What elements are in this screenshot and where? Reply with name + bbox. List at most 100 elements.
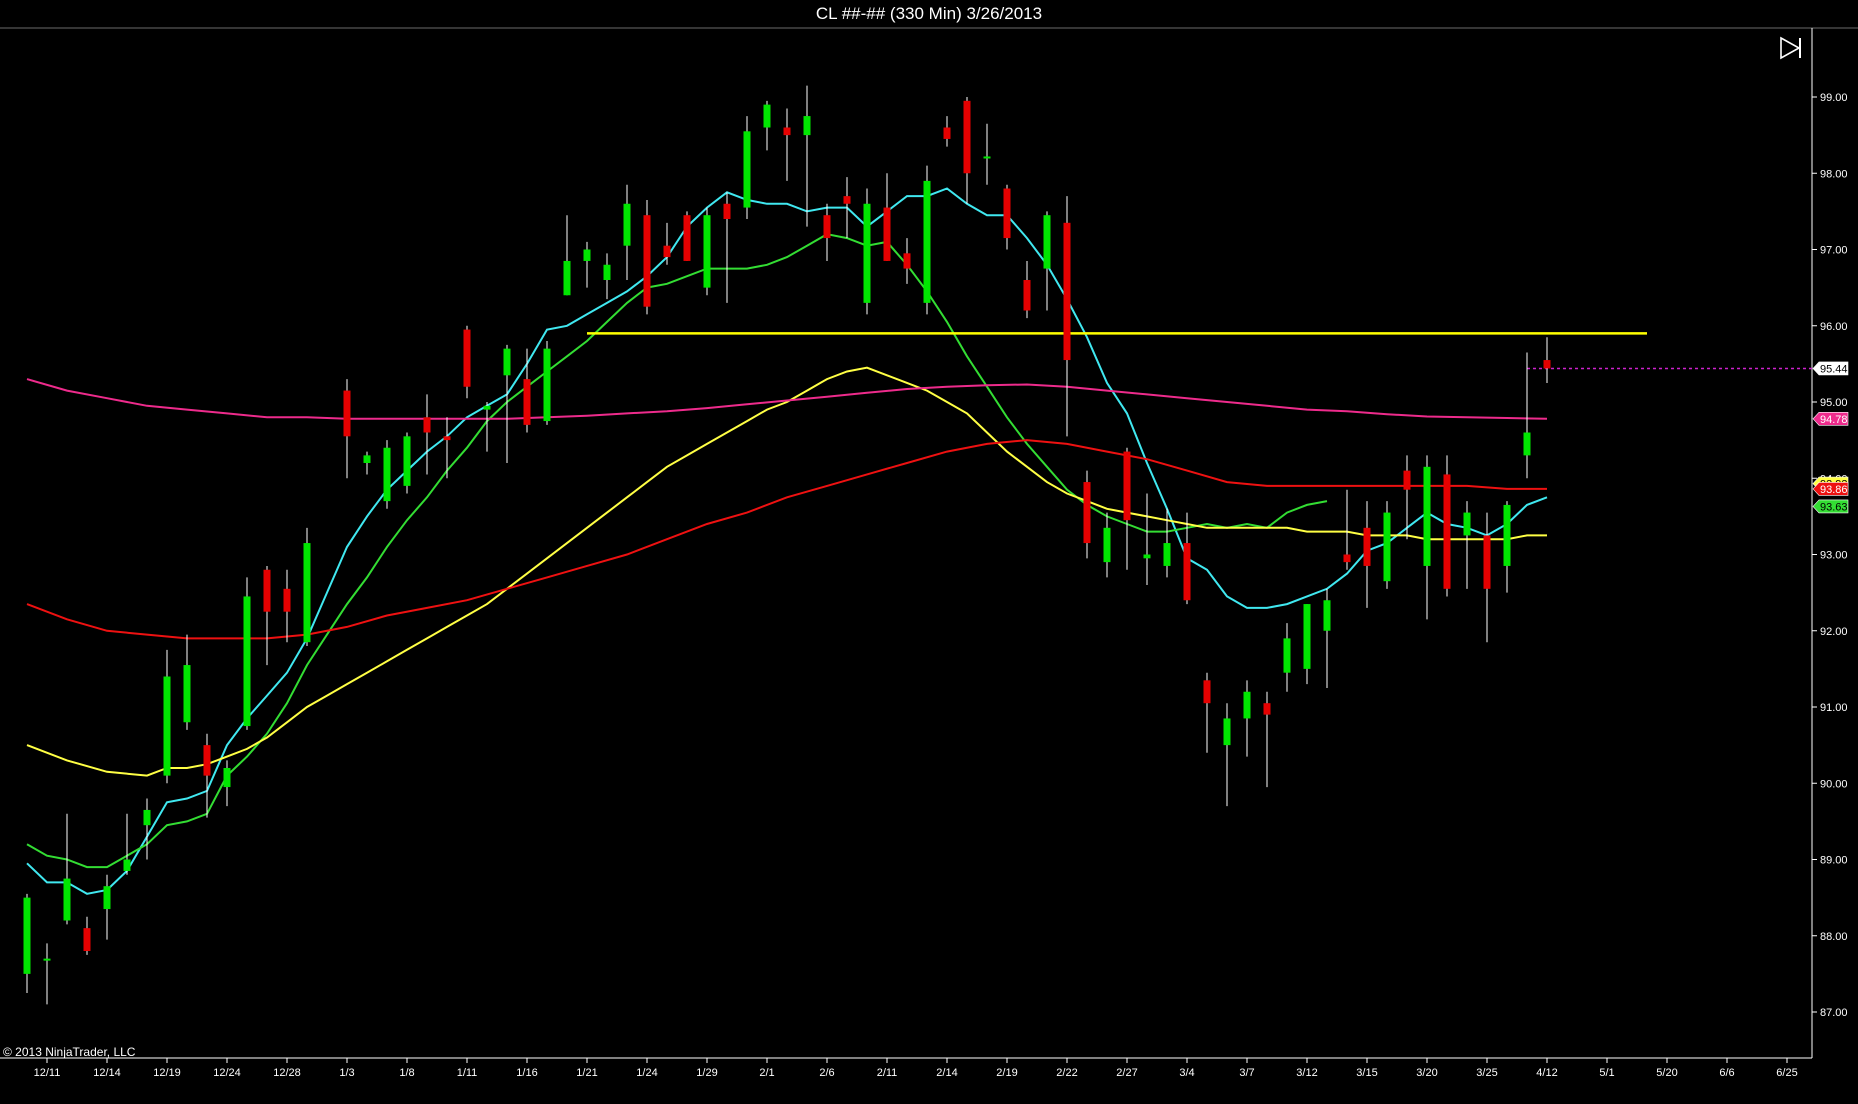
candle-body-down	[1343, 554, 1351, 563]
y-tick-label: 96.00	[1820, 321, 1848, 333]
y-tick-label: 97.00	[1820, 245, 1848, 257]
candle-body-down	[1123, 451, 1131, 521]
candle-body-down	[1203, 680, 1211, 704]
candle-body-up	[483, 405, 491, 410]
candle-body-down	[883, 207, 891, 261]
candle-body-down	[643, 215, 651, 307]
candle-body-up	[143, 809, 151, 826]
candle-body-up	[63, 878, 71, 921]
x-tick-label: 2/11	[877, 1067, 898, 1079]
candle-body-up	[1383, 512, 1391, 582]
x-tick-label: 5/1	[1599, 1067, 1614, 1079]
y-tick-label: 95.00	[1820, 397, 1848, 409]
candle-body-up	[583, 249, 591, 261]
candle-body-up	[1143, 554, 1151, 559]
price-tag: 94.78	[1812, 411, 1849, 426]
x-tick-label: 3/4	[1179, 1067, 1194, 1079]
candle-body-up	[103, 886, 111, 910]
candle-body-up	[1163, 543, 1171, 566]
candle-body-up	[1243, 691, 1251, 719]
candle-body-down	[823, 215, 831, 239]
candle-body-down	[523, 379, 531, 425]
candle-body-down	[723, 203, 731, 219]
x-tick-label: 2/19	[996, 1067, 1017, 1079]
y-tick-label: 99.00	[1820, 92, 1848, 104]
candle	[743, 116, 751, 219]
candle-body-up	[503, 348, 511, 376]
candle-body-up	[163, 676, 171, 776]
x-tick-label: 6/25	[1776, 1067, 1797, 1079]
candle-body-down	[663, 245, 671, 258]
candle-body-down	[283, 588, 291, 612]
candle-body-up	[743, 131, 751, 208]
candle-body-up	[1503, 504, 1511, 566]
candle-body-up	[1283, 638, 1291, 673]
candle-body-up	[383, 447, 391, 502]
candle-body-down	[1363, 527, 1371, 566]
candle-body-up	[1523, 432, 1531, 456]
x-tick-label: 2/22	[1056, 1067, 1077, 1079]
candle-body-down	[783, 127, 791, 136]
x-tick-label: 1/21	[576, 1067, 597, 1079]
candle-body-up	[403, 436, 411, 486]
price-tag: 93.86	[1812, 482, 1849, 496]
candle-body-up	[923, 180, 931, 303]
candle	[303, 527, 311, 646]
x-tick-label: 12/19	[153, 1067, 181, 1079]
candle-body-down	[263, 569, 271, 612]
candle-body-up	[803, 116, 811, 136]
candle-body-up	[23, 897, 31, 974]
candle-body-down	[903, 253, 911, 269]
candle-body-up	[983, 156, 991, 159]
x-tick-label: 12/11	[34, 1067, 61, 1079]
candle-body-down	[1403, 470, 1411, 490]
x-tick-label: 12/28	[273, 1067, 301, 1079]
candle-body-up	[1103, 527, 1111, 563]
candle-body-up	[183, 665, 191, 723]
candle-body-up	[563, 260, 571, 296]
candle-body-down	[1543, 360, 1551, 369]
candle-body-down	[343, 390, 351, 437]
candle-body-up	[243, 596, 251, 727]
price-tag-label: 95.44	[1820, 363, 1848, 375]
copyright-text: © 2013 NinjaTrader, LLC	[3, 1045, 136, 1059]
candle	[703, 207, 711, 296]
candle-body-down	[843, 196, 851, 204]
candle-body-down	[1443, 474, 1451, 589]
x-tick-label: 1/8	[399, 1067, 414, 1079]
x-tick-label: 1/11	[457, 1067, 478, 1079]
y-tick-label: 92.00	[1820, 626, 1848, 638]
y-tick-label: 91.00	[1820, 702, 1848, 714]
candle	[383, 440, 391, 509]
candle	[243, 577, 251, 730]
candle-body-down	[1003, 188, 1011, 239]
x-tick-label: 6/6	[1719, 1067, 1734, 1079]
candle-body-down	[1263, 703, 1271, 715]
x-tick-label: 1/3	[339, 1067, 354, 1079]
candle-body-up	[623, 203, 631, 246]
candle-body-down	[203, 745, 211, 776]
candle-body-down	[1483, 535, 1491, 589]
candle-body-up	[1043, 215, 1051, 269]
candle-body-down	[443, 436, 451, 441]
candle-body-down	[1183, 543, 1191, 601]
price-chart[interactable]: 99.0098.0097.0096.0095.0094.0093.0092.00…	[0, 0, 1858, 1104]
candle-body-up	[1463, 512, 1471, 536]
x-tick-label: 3/15	[1356, 1067, 1377, 1079]
candle-body-down	[1083, 482, 1091, 544]
candle-body-up	[123, 859, 131, 871]
y-tick-label: 98.00	[1820, 168, 1848, 180]
candle-body-down	[463, 329, 471, 387]
candle-body-up	[303, 543, 311, 643]
candle-body-up	[603, 264, 611, 280]
x-tick-label: 12/24	[213, 1067, 241, 1079]
candle-body-up	[1303, 604, 1311, 669]
price-tag: 93.63	[1812, 499, 1849, 513]
x-tick-label: 1/29	[696, 1067, 717, 1079]
price-tag-label: 93.63	[1820, 501, 1848, 513]
x-tick-label: 4/12	[1536, 1067, 1557, 1079]
x-tick-label: 2/6	[819, 1067, 834, 1079]
candle-body-up	[763, 104, 771, 128]
x-tick-label: 3/20	[1416, 1067, 1437, 1079]
candle-body-up	[223, 768, 231, 788]
